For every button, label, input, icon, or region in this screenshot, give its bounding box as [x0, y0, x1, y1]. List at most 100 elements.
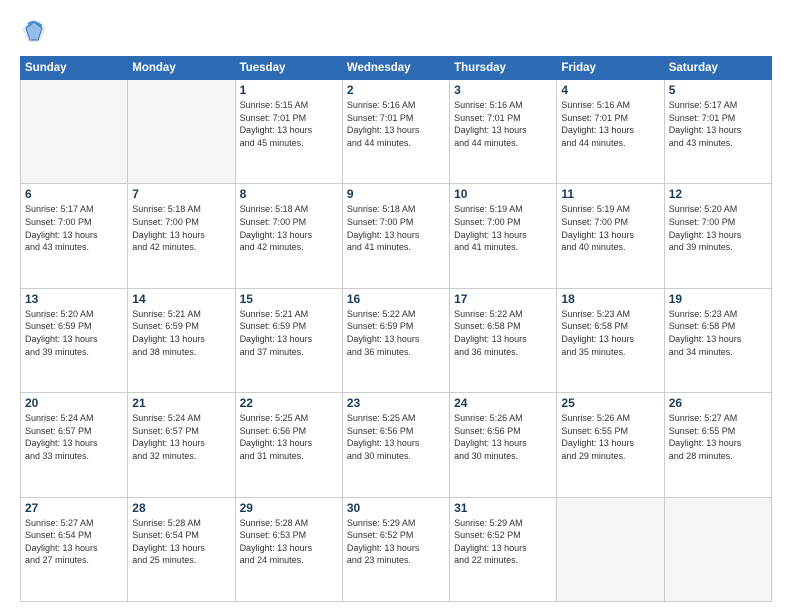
day-number: 23 — [347, 396, 445, 410]
day-info: Sunrise: 5:21 AM Sunset: 6:59 PM Dayligh… — [240, 308, 338, 358]
day-info: Sunrise: 5:16 AM Sunset: 7:01 PM Dayligh… — [454, 99, 552, 149]
logo-icon — [20, 18, 48, 46]
day-cell: 24 Sunrise: 5:26 AM Sunset: 6:56 PM Dayli… — [450, 393, 557, 497]
day-cell: 11 Sunrise: 5:19 AM Sunset: 7:00 PM Dayli… — [557, 184, 664, 288]
day-number: 21 — [132, 396, 230, 410]
day-cell — [21, 80, 128, 184]
day-number: 31 — [454, 501, 552, 515]
day-number: 13 — [25, 292, 123, 306]
day-info: Sunrise: 5:25 AM Sunset: 6:56 PM Dayligh… — [240, 412, 338, 462]
day-info: Sunrise: 5:16 AM Sunset: 7:01 PM Dayligh… — [347, 99, 445, 149]
day-number: 7 — [132, 187, 230, 201]
day-info: Sunrise: 5:24 AM Sunset: 6:57 PM Dayligh… — [25, 412, 123, 462]
day-cell — [557, 497, 664, 601]
day-info: Sunrise: 5:27 AM Sunset: 6:54 PM Dayligh… — [25, 517, 123, 567]
weekday-header-monday: Monday — [128, 57, 235, 80]
header — [20, 18, 772, 46]
day-number: 19 — [669, 292, 767, 306]
week-row-3: 13 Sunrise: 5:20 AM Sunset: 6:59 PM Dayli… — [21, 288, 772, 392]
day-number: 20 — [25, 396, 123, 410]
day-cell: 15 Sunrise: 5:21 AM Sunset: 6:59 PM Dayli… — [235, 288, 342, 392]
day-info: Sunrise: 5:26 AM Sunset: 6:56 PM Dayligh… — [454, 412, 552, 462]
day-number: 15 — [240, 292, 338, 306]
day-info: Sunrise: 5:22 AM Sunset: 6:58 PM Dayligh… — [454, 308, 552, 358]
weekday-header-friday: Friday — [557, 57, 664, 80]
week-row-1: 1 Sunrise: 5:15 AM Sunset: 7:01 PM Daylig… — [21, 80, 772, 184]
day-cell: 10 Sunrise: 5:19 AM Sunset: 7:00 PM Dayli… — [450, 184, 557, 288]
day-cell: 14 Sunrise: 5:21 AM Sunset: 6:59 PM Dayli… — [128, 288, 235, 392]
day-number: 29 — [240, 501, 338, 515]
day-info: Sunrise: 5:16 AM Sunset: 7:01 PM Dayligh… — [561, 99, 659, 149]
day-number: 27 — [25, 501, 123, 515]
weekday-header-thursday: Thursday — [450, 57, 557, 80]
day-cell: 5 Sunrise: 5:17 AM Sunset: 7:01 PM Daylig… — [664, 80, 771, 184]
weekday-header-sunday: Sunday — [21, 57, 128, 80]
day-info: Sunrise: 5:28 AM Sunset: 6:54 PM Dayligh… — [132, 517, 230, 567]
day-number: 12 — [669, 187, 767, 201]
day-cell: 13 Sunrise: 5:20 AM Sunset: 6:59 PM Dayli… — [21, 288, 128, 392]
day-number: 2 — [347, 83, 445, 97]
day-number: 5 — [669, 83, 767, 97]
day-number: 6 — [25, 187, 123, 201]
day-number: 3 — [454, 83, 552, 97]
day-number: 11 — [561, 187, 659, 201]
day-cell: 1 Sunrise: 5:15 AM Sunset: 7:01 PM Daylig… — [235, 80, 342, 184]
day-info: Sunrise: 5:27 AM Sunset: 6:55 PM Dayligh… — [669, 412, 767, 462]
day-number: 16 — [347, 292, 445, 306]
day-number: 18 — [561, 292, 659, 306]
day-cell: 9 Sunrise: 5:18 AM Sunset: 7:00 PM Daylig… — [342, 184, 449, 288]
weekday-header-saturday: Saturday — [664, 57, 771, 80]
day-info: Sunrise: 5:21 AM Sunset: 6:59 PM Dayligh… — [132, 308, 230, 358]
day-cell: 31 Sunrise: 5:29 AM Sunset: 6:52 PM Dayli… — [450, 497, 557, 601]
day-number: 28 — [132, 501, 230, 515]
day-cell: 20 Sunrise: 5:24 AM Sunset: 6:57 PM Dayli… — [21, 393, 128, 497]
weekday-header-wednesday: Wednesday — [342, 57, 449, 80]
day-cell: 7 Sunrise: 5:18 AM Sunset: 7:00 PM Daylig… — [128, 184, 235, 288]
day-info: Sunrise: 5:23 AM Sunset: 6:58 PM Dayligh… — [669, 308, 767, 358]
day-cell: 27 Sunrise: 5:27 AM Sunset: 6:54 PM Dayli… — [21, 497, 128, 601]
day-cell: 3 Sunrise: 5:16 AM Sunset: 7:01 PM Daylig… — [450, 80, 557, 184]
day-number: 4 — [561, 83, 659, 97]
page: SundayMondayTuesdayWednesdayThursdayFrid… — [0, 0, 792, 612]
weekday-header-tuesday: Tuesday — [235, 57, 342, 80]
day-number: 22 — [240, 396, 338, 410]
day-number: 1 — [240, 83, 338, 97]
day-info: Sunrise: 5:18 AM Sunset: 7:00 PM Dayligh… — [347, 203, 445, 253]
week-row-2: 6Sunrise: 5:17 AM Sunset: 7:00 PM Daylig… — [21, 184, 772, 288]
day-number: 30 — [347, 501, 445, 515]
day-info: Sunrise: 5:19 AM Sunset: 7:00 PM Dayligh… — [454, 203, 552, 253]
day-info: Sunrise: 5:20 AM Sunset: 6:59 PM Dayligh… — [25, 308, 123, 358]
day-info: Sunrise: 5:29 AM Sunset: 6:52 PM Dayligh… — [347, 517, 445, 567]
day-cell: 29 Sunrise: 5:28 AM Sunset: 6:53 PM Dayli… — [235, 497, 342, 601]
day-info: Sunrise: 5:17 AM Sunset: 7:01 PM Dayligh… — [669, 99, 767, 149]
day-info: Sunrise: 5:28 AM Sunset: 6:53 PM Dayligh… — [240, 517, 338, 567]
day-cell — [128, 80, 235, 184]
day-number: 14 — [132, 292, 230, 306]
logo — [20, 18, 52, 46]
day-info: Sunrise: 5:29 AM Sunset: 6:52 PM Dayligh… — [454, 517, 552, 567]
day-info: Sunrise: 5:18 AM Sunset: 7:00 PM Dayligh… — [132, 203, 230, 253]
day-cell: 25 Sunrise: 5:26 AM Sunset: 6:55 PM Dayli… — [557, 393, 664, 497]
day-number: 24 — [454, 396, 552, 410]
day-cell: 23 Sunrise: 5:25 AM Sunset: 6:56 PM Dayli… — [342, 393, 449, 497]
day-info: Sunrise: 5:15 AM Sunset: 7:01 PM Dayligh… — [240, 99, 338, 149]
day-info: Sunrise: 5:26 AM Sunset: 6:55 PM Dayligh… — [561, 412, 659, 462]
day-number: 10 — [454, 187, 552, 201]
day-cell: 6Sunrise: 5:17 AM Sunset: 7:00 PM Daylig… — [21, 184, 128, 288]
day-cell: 17 Sunrise: 5:22 AM Sunset: 6:58 PM Dayli… — [450, 288, 557, 392]
week-row-5: 27 Sunrise: 5:27 AM Sunset: 6:54 PM Dayli… — [21, 497, 772, 601]
day-info: Sunrise: 5:19 AM Sunset: 7:00 PM Dayligh… — [561, 203, 659, 253]
day-cell: 16Sunrise: 5:22 AM Sunset: 6:59 PM Dayli… — [342, 288, 449, 392]
calendar-table: SundayMondayTuesdayWednesdayThursdayFrid… — [20, 56, 772, 602]
day-cell: 2 Sunrise: 5:16 AM Sunset: 7:01 PM Daylig… — [342, 80, 449, 184]
day-number: 25 — [561, 396, 659, 410]
day-number: 9 — [347, 187, 445, 201]
day-cell: 26Sunrise: 5:27 AM Sunset: 6:55 PM Dayli… — [664, 393, 771, 497]
day-info: Sunrise: 5:25 AM Sunset: 6:56 PM Dayligh… — [347, 412, 445, 462]
day-number: 17 — [454, 292, 552, 306]
day-cell: 28 Sunrise: 5:28 AM Sunset: 6:54 PM Dayli… — [128, 497, 235, 601]
day-cell: 30 Sunrise: 5:29 AM Sunset: 6:52 PM Dayli… — [342, 497, 449, 601]
day-info: Sunrise: 5:18 AM Sunset: 7:00 PM Dayligh… — [240, 203, 338, 253]
day-number: 8 — [240, 187, 338, 201]
day-info: Sunrise: 5:20 AM Sunset: 7:00 PM Dayligh… — [669, 203, 767, 253]
